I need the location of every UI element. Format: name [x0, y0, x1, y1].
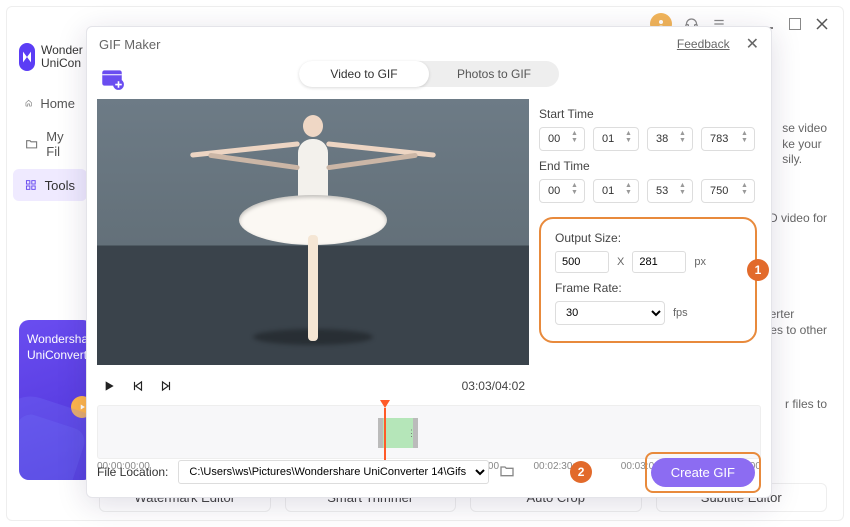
brand-line2: UniCon	[41, 57, 83, 70]
file-location-bar: File Location: C:\Users\ws\Pictures\Wond…	[97, 457, 761, 487]
promo-card[interactable]: Wondersha UniConvert	[19, 320, 93, 480]
close-window-button[interactable]	[814, 17, 829, 32]
frame-rate-select[interactable]: 30	[555, 301, 665, 325]
sidebar: Wonder UniCon Home My Fil Tools Wondersh…	[7, 7, 93, 520]
tile-text-1: se video ke your sily.	[782, 121, 827, 168]
sidebar-item-home[interactable]: Home	[13, 87, 87, 119]
sidebar-item-label: Home	[40, 96, 75, 111]
sidebar-item-label: My Fil	[46, 129, 75, 159]
tile-text-2: D video for	[769, 211, 827, 227]
fps-unit: fps	[673, 307, 688, 319]
time-readout: 03:03/04:02	[462, 379, 525, 393]
end-ms-stepper[interactable]: 750▲▼	[701, 179, 755, 203]
tab-photos-to-gif[interactable]: Photos to GIF	[429, 61, 559, 87]
start-s-stepper[interactable]: 38▲▼	[647, 127, 693, 151]
frame-rate-label: Frame Rate:	[555, 281, 741, 295]
settings-panel: Start Time 00▲▼ 01▲▼ 38▲▼ 783▲▼ End Time…	[539, 99, 757, 343]
play-button[interactable]	[101, 378, 117, 394]
create-gif-button[interactable]: Create GIF	[651, 458, 755, 487]
start-h-stepper[interactable]: 00▲▼	[539, 127, 585, 151]
gif-maker-dialog: GIF Maker Feedback ✕ Video to GIF Photos…	[86, 26, 772, 498]
output-settings-highlight: Output Size: X px Frame Rate: 30 fps 1	[539, 217, 757, 343]
tools-icon	[25, 177, 37, 193]
feedback-link[interactable]: Feedback	[677, 37, 730, 51]
output-size-label: Output Size:	[555, 231, 741, 245]
open-folder-icon[interactable]	[499, 463, 517, 481]
file-location-label: File Location:	[97, 465, 168, 479]
create-gif-highlight: Create GIF	[645, 452, 761, 493]
add-media-button[interactable]	[97, 63, 127, 93]
playhead[interactable]	[380, 400, 390, 408]
mode-segmented: Video to GIF Photos to GIF	[299, 61, 559, 87]
folder-icon	[25, 136, 38, 152]
tab-video-to-gif[interactable]: Video to GIF	[299, 61, 429, 87]
output-height-input[interactable]	[632, 251, 686, 273]
home-icon	[25, 95, 32, 111]
end-time-label: End Time	[539, 159, 757, 173]
annotation-badge-2: 2	[570, 461, 592, 483]
video-preview[interactable]	[97, 99, 529, 365]
end-m-stepper[interactable]: 01▲▼	[593, 179, 639, 203]
annotation-badge-1: 1	[747, 259, 769, 281]
start-m-stepper[interactable]: 01▲▼	[593, 127, 639, 151]
sidebar-item-tools[interactable]: Tools	[13, 169, 87, 201]
tile-text-4: r files to	[785, 397, 827, 413]
x-separator: X	[617, 256, 624, 268]
brand-icon	[19, 43, 35, 71]
file-location-select[interactable]: C:\Users\ws\Pictures\Wondershare UniConv…	[178, 460, 489, 484]
start-ms-stepper[interactable]: 783▲▼	[701, 127, 755, 151]
prev-frame-button[interactable]	[131, 379, 145, 393]
px-unit: px	[694, 256, 706, 268]
tile-text-3: verter ges to other	[764, 307, 827, 338]
dialog-header: GIF Maker Feedback ✕	[87, 27, 771, 61]
end-s-stepper[interactable]: 53▲▼	[647, 179, 693, 203]
close-icon[interactable]: ✕	[746, 34, 759, 54]
sidebar-item-label: Tools	[45, 178, 75, 193]
sidebar-item-myfiles[interactable]: My Fil	[13, 121, 87, 167]
maximize-button[interactable]	[787, 17, 802, 32]
promo-l2: UniConvert	[27, 348, 85, 364]
brand: Wonder UniCon	[7, 37, 93, 85]
end-h-stepper[interactable]: 00▲▼	[539, 179, 585, 203]
next-frame-button[interactable]	[159, 379, 173, 393]
start-time-label: Start Time	[539, 107, 757, 121]
timeline[interactable]: ⋮ ⋮	[97, 405, 761, 459]
promo-l1: Wondersha	[27, 332, 85, 348]
dialog-title: GIF Maker	[99, 37, 160, 52]
output-width-input[interactable]	[555, 251, 609, 273]
transport-bar: 03:03/04:02	[97, 371, 529, 401]
